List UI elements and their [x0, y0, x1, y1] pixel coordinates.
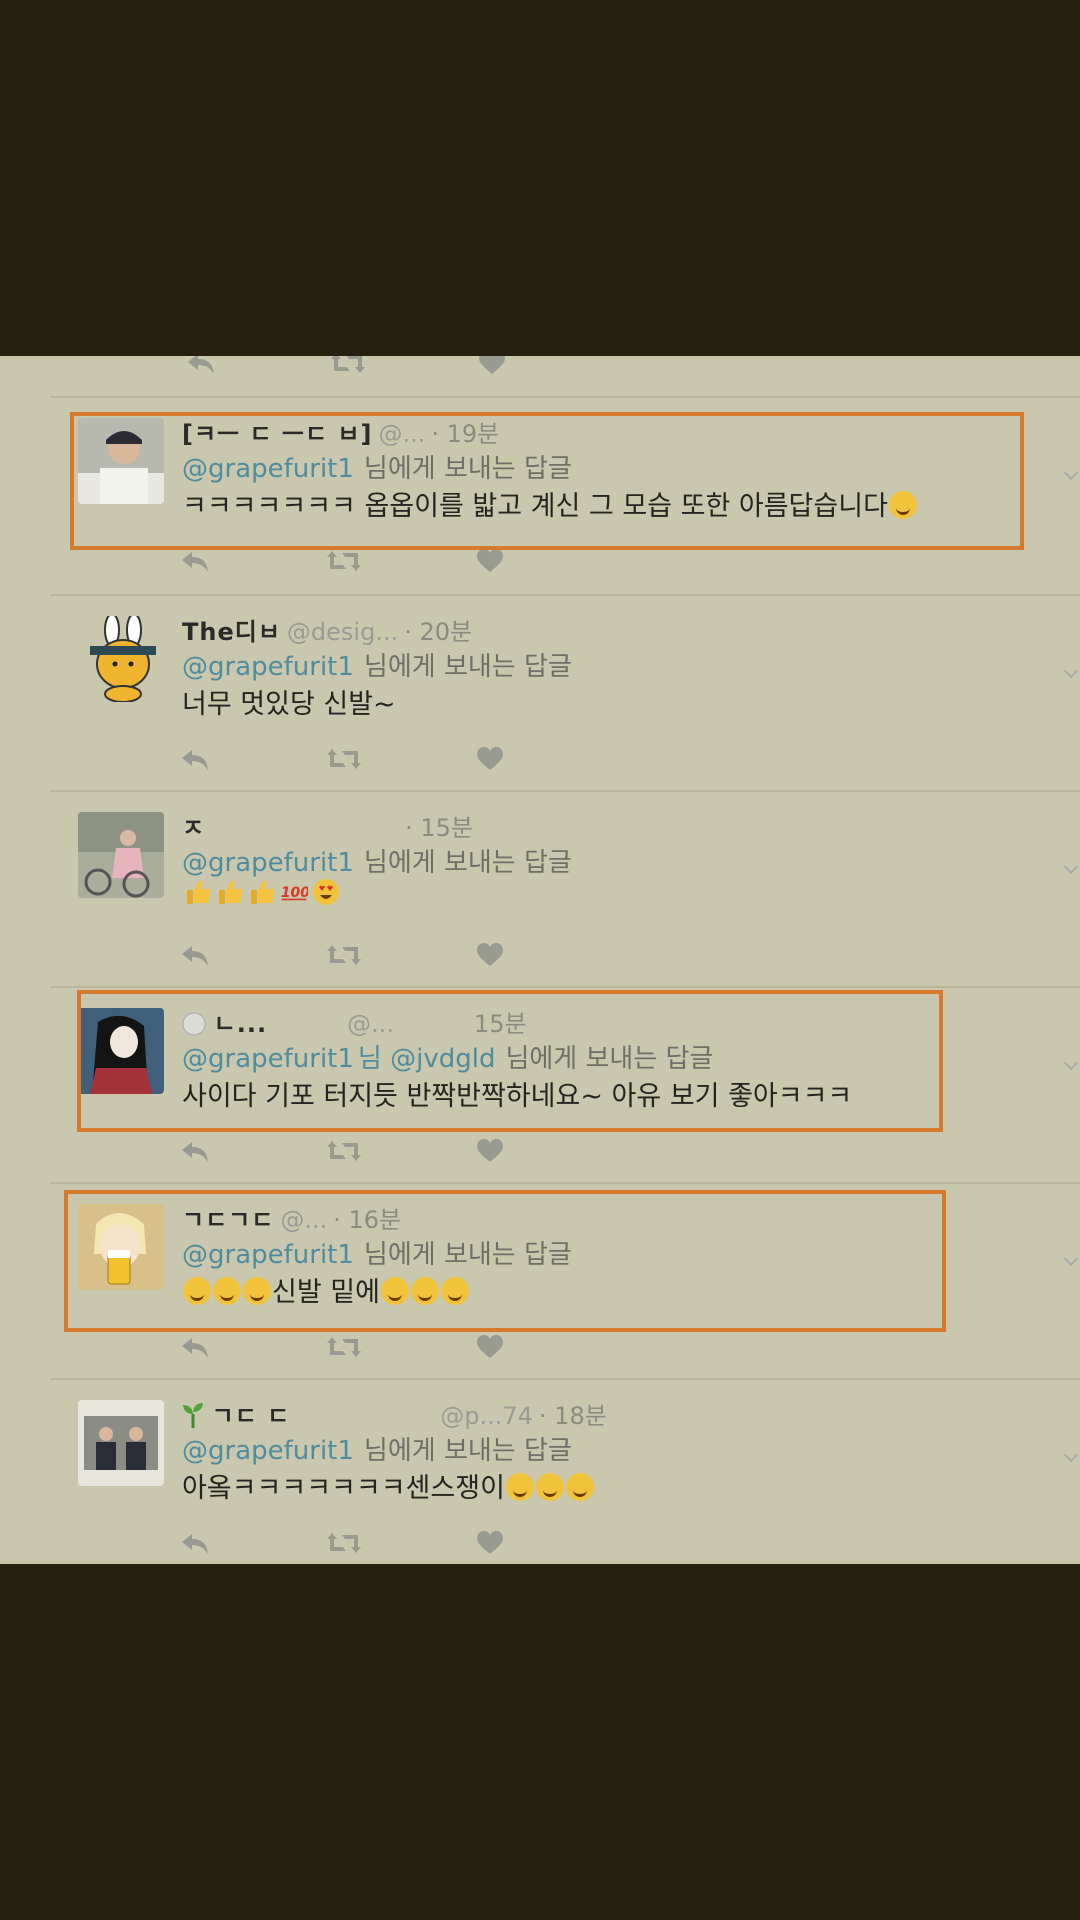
- like-icon[interactable]: [476, 1530, 504, 1556]
- chevron-down-icon[interactable]: [1063, 663, 1079, 679]
- reply-to-line: @grapefurit1 님에게 보내는 답글: [182, 842, 572, 879]
- thumbs-up-emoji: [187, 880, 211, 904]
- highlight-box: [70, 412, 1024, 550]
- timestamp[interactable]: · 20분: [404, 618, 472, 646]
- thumbs-up-emoji: [219, 880, 243, 904]
- reply-to-line: @grapefurit1 님에게 보내는 답글: [182, 646, 572, 683]
- reply-to-label: 님에게 보내는 답글: [363, 652, 572, 682]
- sprout-icon: [183, 1403, 203, 1428]
- like-icon[interactable]: [478, 356, 506, 376]
- svg-text:100: 100: [281, 885, 308, 901]
- chevron-down-icon[interactable]: [1063, 1055, 1079, 1071]
- avatar[interactable]: [78, 812, 164, 898]
- tweet-reply-list: [ㅋㅡ ㄷ ㅡㄷ ㅂ] @... · 19분 @grapefurit1 님에게 보내는…: [0, 356, 1080, 1564]
- like-icon[interactable]: [476, 1334, 504, 1360]
- retweet-icon[interactable]: [330, 356, 366, 376]
- like-icon[interactable]: [476, 548, 504, 574]
- retweet-icon[interactable]: [326, 1334, 362, 1360]
- tweet-item[interactable]: ㄱㄷ ㄷ @p...74 · 18분 @grapefurit1 님에게 보내는 답글 …: [0, 1380, 1080, 1564]
- tweet-header: The디ㅂ @desig... · 20분: [182, 612, 472, 648]
- display-name[interactable]: ㅈ: [182, 814, 205, 842]
- mention-link[interactable]: @grapefurit1: [182, 652, 354, 682]
- tweet-item[interactable]: ㅈ · 15분 @grapefurit1 님에게 보내는 답글 100: [0, 792, 1080, 988]
- timestamp[interactable]: · 18분: [539, 1402, 607, 1430]
- avatar[interactable]: [78, 616, 164, 702]
- user-handle[interactable]: @p...74: [440, 1402, 533, 1430]
- reply-icon[interactable]: [180, 1138, 210, 1164]
- reply-icon[interactable]: [180, 548, 210, 574]
- reply-icon[interactable]: [180, 942, 210, 968]
- highlight-box: [77, 990, 943, 1132]
- retweet-icon[interactable]: [326, 1138, 362, 1164]
- reply-icon[interactable]: [180, 746, 210, 772]
- like-icon[interactable]: [476, 746, 504, 772]
- hundred-points-emoji: 100: [281, 885, 308, 901]
- user-handle[interactable]: @desig...: [287, 618, 398, 646]
- retweet-icon[interactable]: [326, 942, 362, 968]
- reply-to-label: 님에게 보내는 답글: [363, 848, 572, 878]
- chevron-down-icon[interactable]: [1063, 859, 1079, 875]
- chevron-down-icon[interactable]: [1063, 1447, 1079, 1463]
- timestamp[interactable]: · 15분: [405, 814, 473, 842]
- previous-tweet-actions: [0, 356, 1080, 386]
- rolling-laughing-emoji: [565, 1473, 594, 1501]
- display-name[interactable]: The디ㅂ: [182, 618, 281, 646]
- thumbs-up-emoji: [251, 880, 275, 904]
- avatar[interactable]: [78, 1400, 164, 1486]
- reply-icon[interactable]: [186, 356, 216, 376]
- mention-link[interactable]: @grapefurit1: [182, 1436, 354, 1466]
- tweet-header: ㅈ · 15분: [182, 808, 473, 844]
- highlight-box: [64, 1190, 946, 1332]
- tweet-text: 너무 멋있당 신발~: [182, 682, 396, 721]
- tweet-text: 100: [182, 878, 342, 909]
- tweet-body: 너무 멋있당 신발~: [182, 689, 396, 720]
- heart-eyes-emoji: [313, 879, 339, 905]
- rolling-laughing-emoji: [535, 1473, 564, 1501]
- tweet-header: ㄱㄷ ㄷ @p...74 · 18분: [182, 1396, 607, 1432]
- reply-icon[interactable]: [180, 1334, 210, 1360]
- retweet-icon[interactable]: [326, 1530, 362, 1556]
- retweet-icon[interactable]: [326, 548, 362, 574]
- tweet-item[interactable]: The디ㅂ @desig... · 20분 @grapefurit1 님에게 보내는 …: [0, 596, 1080, 792]
- mention-link[interactable]: @grapefurit1: [182, 848, 354, 878]
- chevron-down-icon[interactable]: [1063, 1251, 1079, 1267]
- display-name[interactable]: ㄱㄷ ㄷ: [212, 1402, 291, 1430]
- retweet-icon[interactable]: [326, 746, 362, 772]
- reply-to-label: 님에게 보내는 답글: [363, 1436, 572, 1466]
- tweet-text: 아옼ㅋㅋㅋㅋㅋㅋㅋ센스쟁이: [182, 1466, 595, 1505]
- chevron-down-icon[interactable]: [1063, 465, 1079, 481]
- reply-to-line: @grapefurit1 님에게 보내는 답글: [182, 1430, 572, 1467]
- like-icon[interactable]: [476, 1138, 504, 1164]
- reply-icon[interactable]: [180, 1530, 210, 1556]
- rolling-laughing-emoji: [505, 1473, 534, 1501]
- like-icon[interactable]: [476, 942, 504, 968]
- tweet-body: 아옼ㅋㅋㅋㅋㅋㅋㅋ센스쟁이: [182, 1473, 505, 1504]
